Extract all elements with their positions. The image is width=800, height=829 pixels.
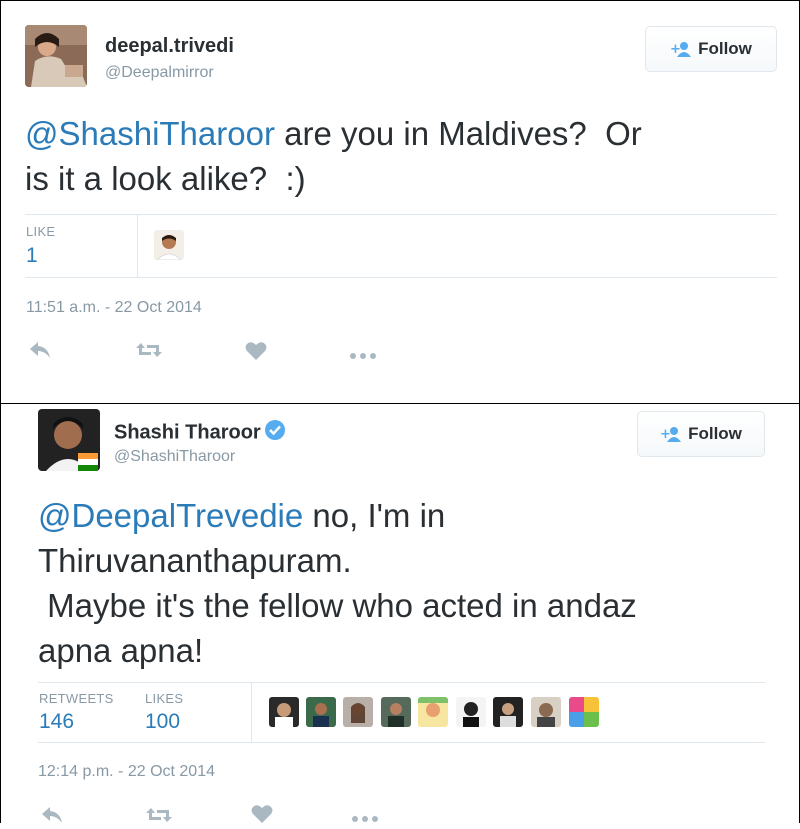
liker-avatar[interactable] bbox=[154, 230, 184, 260]
mention-link[interactable]: @ShashiTharoor bbox=[25, 115, 275, 152]
liker-avatar[interactable] bbox=[306, 697, 336, 727]
timestamp[interactable]: 11:51 a.m. - 22 Oct 2014 bbox=[26, 299, 202, 317]
tweet-card-shashi: Shashi Tharoor @ShashiTharoor + Follow @… bbox=[0, 403, 800, 823]
liker-avatar[interactable] bbox=[493, 697, 523, 727]
retweet-icon[interactable] bbox=[135, 341, 163, 364]
likes-label: LIKE bbox=[26, 224, 56, 239]
follow-person-icon: + bbox=[660, 426, 682, 442]
retweets-label: RETWEETS bbox=[39, 691, 114, 706]
reply-icon[interactable] bbox=[29, 341, 51, 364]
verified-badge-icon bbox=[264, 420, 285, 446]
display-name[interactable]: Shashi Tharoor bbox=[114, 420, 285, 446]
avatar[interactable] bbox=[25, 25, 87, 87]
more-icon[interactable] bbox=[349, 347, 377, 365]
avatar[interactable] bbox=[38, 409, 100, 471]
liker-avatar[interactable] bbox=[531, 697, 561, 727]
retweets-count[interactable]: 146 bbox=[39, 710, 74, 734]
user-handle[interactable]: @ShashiTharoor bbox=[114, 448, 235, 466]
liker-avatar[interactable] bbox=[569, 697, 599, 727]
divider bbox=[38, 682, 765, 683]
more-icon[interactable] bbox=[351, 810, 379, 828]
liker-avatar[interactable] bbox=[343, 697, 373, 727]
display-name[interactable]: deepal.trivedi bbox=[105, 35, 234, 58]
like-heart-icon[interactable] bbox=[251, 804, 273, 829]
follow-person-icon: + bbox=[670, 41, 692, 57]
display-name-text: Shashi Tharoor bbox=[114, 421, 261, 444]
divider bbox=[251, 682, 252, 742]
timestamp[interactable]: 12:14 p.m. - 22 Oct 2014 bbox=[38, 763, 215, 781]
divider bbox=[38, 742, 765, 743]
user-handle[interactable]: @Deepalmirror bbox=[105, 64, 214, 82]
follow-button-label: Follow bbox=[688, 424, 742, 443]
likes-count[interactable]: 1 bbox=[26, 244, 38, 268]
likes-label: LIKES bbox=[145, 691, 184, 706]
tweet-card-deepal: deepal.trivedi @Deepalmirror + Follow @S… bbox=[0, 0, 800, 404]
divider bbox=[25, 277, 777, 278]
like-heart-icon[interactable] bbox=[245, 341, 267, 366]
likes-count[interactable]: 100 bbox=[145, 710, 180, 734]
liker-avatar[interactable] bbox=[269, 697, 299, 727]
liker-avatar[interactable] bbox=[418, 697, 448, 727]
tweet-text: @ShashiTharoor are you in Maldives? Or i… bbox=[25, 111, 785, 201]
liker-avatar[interactable] bbox=[456, 697, 486, 727]
reply-icon[interactable] bbox=[41, 806, 63, 829]
divider bbox=[137, 214, 138, 277]
follow-button[interactable]: + Follow bbox=[637, 411, 765, 457]
follow-button[interactable]: + Follow bbox=[645, 26, 777, 72]
mention-link[interactable]: @DeepalTrevedie bbox=[38, 497, 303, 534]
tweet-text: @DeepalTrevedie no, I'm in Thiruvanantha… bbox=[38, 493, 788, 673]
retweet-icon[interactable] bbox=[145, 806, 173, 829]
follow-button-label: Follow bbox=[698, 39, 752, 58]
liker-avatar[interactable] bbox=[381, 697, 411, 727]
